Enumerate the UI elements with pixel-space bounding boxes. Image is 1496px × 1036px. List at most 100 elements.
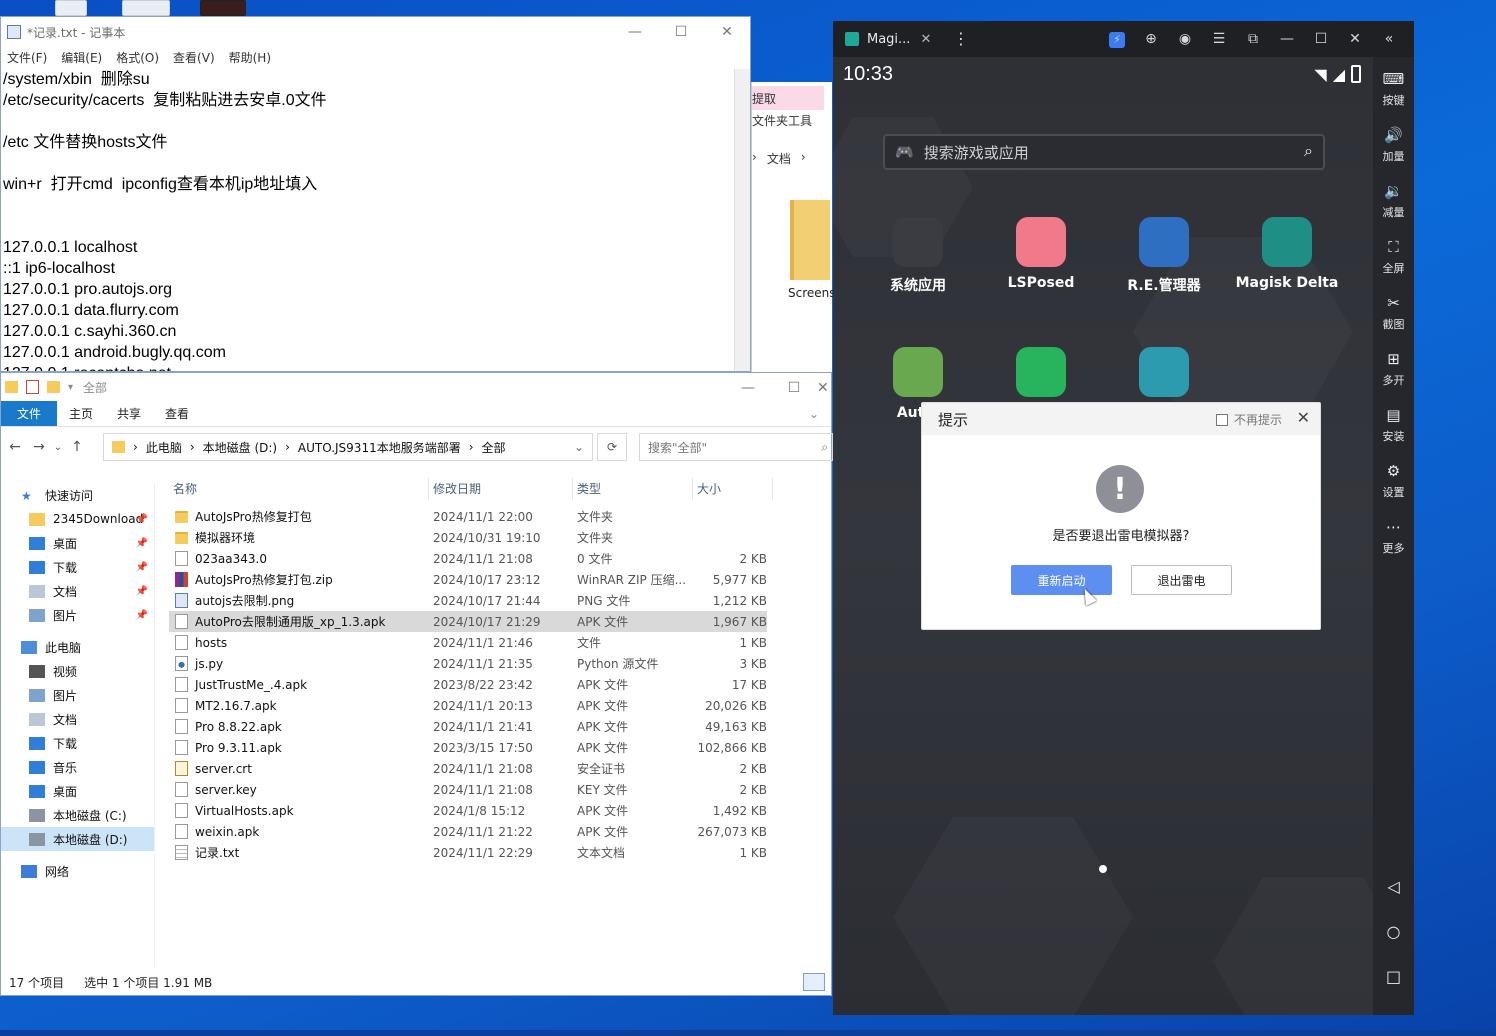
nav-item[interactable]: 图片 📌 <box>1 603 154 627</box>
pin-icon[interactable]: 📌 <box>136 610 148 621</box>
file-row[interactable]: server.crt 2024/11/1 21:08 安全证书 2 KB <box>169 758 767 779</box>
menu-edit[interactable]: 编辑(E) <box>61 49 102 66</box>
menu-dots-icon[interactable]: ⋮ <box>953 29 969 48</box>
collapse-sidebar-icon[interactable]: « <box>1372 31 1406 47</box>
android-home-icon[interactable]: ○ <box>1373 922 1414 941</box>
maximize-button[interactable]: ☐ <box>658 17 704 47</box>
android-back-icon[interactable]: ◁ <box>1373 877 1414 896</box>
pin-icon[interactable]: 📌 <box>136 538 148 549</box>
ribbon-tab-folder-tools[interactable]: 文件夹工具 <box>752 112 812 129</box>
pin-icon[interactable]: 📌 <box>136 586 148 597</box>
refresh-button[interactable]: ⟳ <box>597 433 627 461</box>
restore-window-icon[interactable]: ⧉ <box>1236 31 1270 47</box>
tab-home[interactable]: 主页 <box>57 401 105 426</box>
forward-arrow-icon[interactable]: → <box>27 439 51 455</box>
account-icon[interactable]: ◉ <box>1168 31 1202 47</box>
menu-file[interactable]: 文件(F) <box>7 49 47 66</box>
sidebar-button[interactable]: 🔊 加量 <box>1373 117 1414 173</box>
hamburger-menu-icon[interactable]: ☰ <box>1202 31 1236 47</box>
app-search-bar[interactable]: 🎮 搜索游戏或应用 ⌕ <box>883 134 1325 170</box>
menu-help[interactable]: 帮助(H) <box>229 49 271 66</box>
close-button[interactable]: ✕ <box>817 373 831 403</box>
nav-item[interactable]: 下载 📌 <box>1 555 154 579</box>
notepad-text-area[interactable]: /system/xbin 删除su/etc/security/cacerts 复… <box>1 69 734 371</box>
column-name[interactable]: 名称 <box>169 477 429 500</box>
nav-item[interactable]: 文档 <box>1 707 154 731</box>
ribbon-tab-extract[interactable]: 提取 <box>752 86 824 110</box>
nav-item[interactable]: 此电脑 <box>1 635 154 659</box>
desktop-shortcut-icon[interactable] <box>122 0 170 16</box>
chevron-down-icon[interactable]: ▾ <box>68 382 73 393</box>
tab-view[interactable]: 查看 <box>153 401 201 426</box>
search-input[interactable]: 搜索"全部" ⌕ <box>639 433 833 461</box>
file-row[interactable]: AutoJsPro热修复打包 2024/11/1 22:00 文件夹 <box>169 506 767 527</box>
nav-item[interactable]: ★ 快速访问 <box>1 483 154 507</box>
app-icon-tile[interactable] <box>986 347 1096 405</box>
details-view-icon[interactable] <box>803 973 825 991</box>
recent-chevron-icon[interactable]: ⌄ <box>51 442 65 453</box>
chevron-down-icon[interactable]: ⌄ <box>574 440 584 454</box>
dont-remind-checkbox[interactable]: 不再提示 <box>1215 411 1282 428</box>
minimize-button[interactable]: — <box>1270 31 1304 47</box>
file-row[interactable]: MT2.16.7.apk 2024/11/1 20:13 APK 文件 20,026 … <box>169 695 767 716</box>
nav-item[interactable]: 文档 📌 <box>1 579 154 603</box>
exit-button[interactable]: 退出雷电 <box>1131 565 1232 595</box>
maximize-button[interactable]: ☐ <box>1304 31 1338 47</box>
menu-format[interactable]: 格式(O) <box>116 49 159 66</box>
pin-icon[interactable]: 📌 <box>136 514 148 525</box>
file-row[interactable]: 记录.txt 2024/11/1 22:29 文本文档 1 KB <box>169 842 767 863</box>
app-icon-tile[interactable]: 系统应用 <box>863 217 973 295</box>
sidebar-button[interactable]: 🔉 减量 <box>1373 173 1414 229</box>
breadcrumb-documents[interactable]: 文档 <box>767 150 791 167</box>
close-icon[interactable]: ✕ <box>1297 408 1310 427</box>
nav-item[interactable]: 桌面 📌 <box>1 531 154 555</box>
emulator-tab[interactable]: Magi... ✕ <box>845 27 953 51</box>
sidebar-button[interactable]: ✂ 截图 <box>1373 285 1414 341</box>
folder-icon[interactable] <box>790 200 830 280</box>
breadcrumb-this-pc[interactable]: 此电脑 <box>146 439 182 456</box>
nav-item[interactable]: 视频 <box>1 659 154 683</box>
nav-item[interactable]: 本地磁盘 (D:) <box>1 827 154 851</box>
search-icon[interactable]: ⌕ <box>1304 141 1313 161</box>
sidebar-button[interactable]: ⋯ 更多 <box>1373 509 1414 565</box>
nav-item[interactable]: 桌面 <box>1 779 154 803</box>
breadcrumb-all[interactable]: 全部 <box>482 439 506 456</box>
file-row[interactable]: server.key 2024/11/1 21:08 KEY 文件 2 KB <box>169 779 767 800</box>
file-row[interactable]: autojs去限制.png 2024/10/17 21:44 PNG 文件 1,212… <box>169 590 767 611</box>
sidebar-button[interactable]: ⚙ 设置 <box>1373 453 1414 509</box>
nav-item[interactable]: 下载 <box>1 731 154 755</box>
nav-item[interactable]: 2345Download 📌 <box>1 507 154 531</box>
file-row[interactable]: Pro 8.8.22.apk 2024/11/1 21:41 APK 文件 49,16… <box>169 716 767 737</box>
file-row[interactable]: 模拟器环境 2024/10/31 19:10 文件夹 <box>169 527 767 548</box>
android-recents-icon[interactable]: □ <box>1373 967 1414 986</box>
app-icon-tile[interactable]: Magisk Delta <box>1232 217 1342 291</box>
file-row[interactable]: js.py 2024/11/1 21:35 Python 源文件 3 KB <box>169 653 767 674</box>
chevron-down-icon[interactable]: ⌄ <box>797 401 831 426</box>
gamepad-icon[interactable]: ⊕ <box>1134 31 1168 47</box>
file-row[interactable]: weixin.apk 2024/11/1 21:22 APK 文件 267,073 K… <box>169 821 767 842</box>
close-tab-icon[interactable]: ✕ <box>920 32 931 47</box>
file-row[interactable]: AutoJsPro热修复打包.zip 2024/10/17 23:12 WinRAR… <box>169 569 767 590</box>
performance-icon[interactable]: ⚡ <box>1100 31 1134 48</box>
sidebar-button[interactable]: ⛶ 全屏 <box>1373 229 1414 285</box>
checkbox-icon[interactable] <box>1215 413 1228 426</box>
file-row[interactable]: Pro 9.3.11.apk 2023/3/15 17:50 APK 文件 102,8… <box>169 737 767 758</box>
app-icon-tile[interactable]: R.E.管理器 <box>1109 217 1219 295</box>
notepad-scrollbar[interactable] <box>734 69 750 371</box>
column-date[interactable]: 修改日期 <box>429 477 573 500</box>
file-row[interactable]: 023aa343.0 2024/11/1 21:08 0 文件 2 KB <box>169 548 767 569</box>
app-icon-tile[interactable]: LSPosed <box>986 217 1096 291</box>
new-folder-icon[interactable] <box>47 381 60 393</box>
file-row[interactable]: AutoPro去限制通用版_xp_1.3.apk 2024/10/17 21:29… <box>169 611 767 632</box>
maximize-button[interactable]: ☐ <box>771 373 817 403</box>
close-button[interactable]: ✕ <box>1338 31 1372 47</box>
menu-view[interactable]: 查看(V) <box>173 49 215 66</box>
sidebar-button[interactable]: ⌨ 按键 <box>1373 61 1414 117</box>
column-size[interactable]: 大小 <box>693 477 773 500</box>
app-icon-tile[interactable] <box>1109 347 1219 405</box>
column-type[interactable]: 类型 <box>573 477 693 500</box>
close-button[interactable]: ✕ <box>704 17 750 47</box>
nav-item[interactable]: 网络 <box>1 859 154 883</box>
sidebar-button[interactable]: ⊞ 多开 <box>1373 341 1414 397</box>
minimize-button[interactable]: — <box>612 17 658 47</box>
